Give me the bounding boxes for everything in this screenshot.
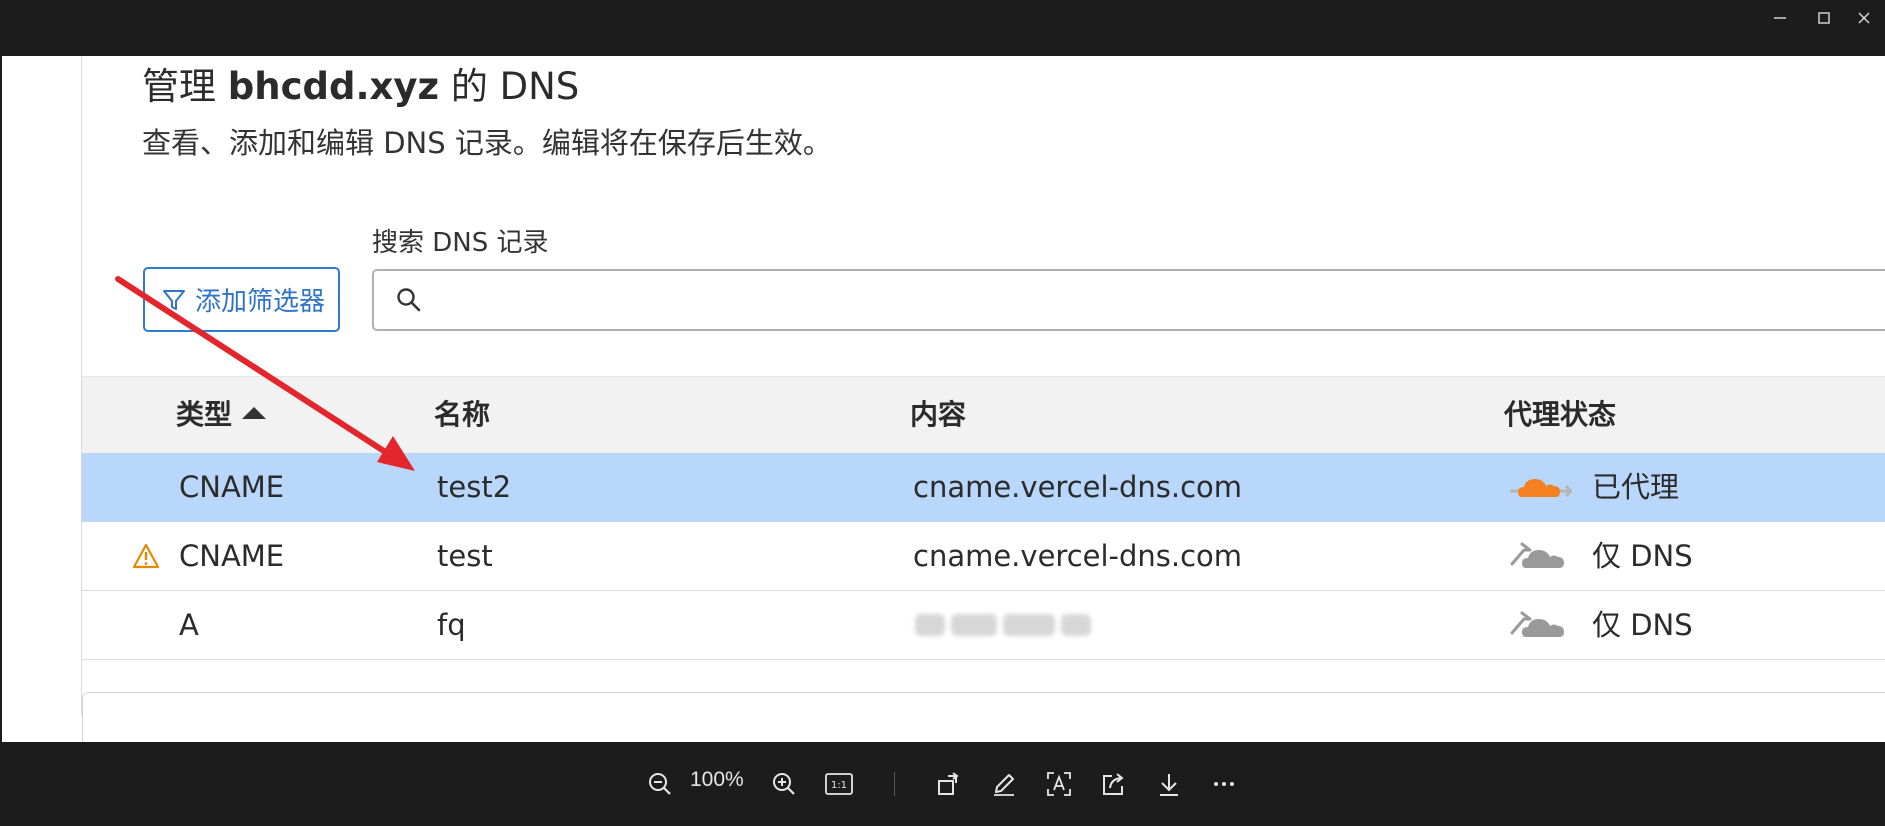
zoom-in-icon bbox=[773, 773, 795, 795]
column-header-name[interactable]: 名称 bbox=[434, 377, 490, 453]
column-header-proxy-status[interactable]: 代理状态 bbox=[1504, 377, 1616, 453]
minimize-button[interactable] bbox=[1758, 4, 1802, 32]
title-suffix: 的 DNS bbox=[439, 65, 580, 108]
table-row[interactable]: CNAME test cname.vercel-dns.com 仅 DNS bbox=[82, 522, 1885, 591]
proxy-status: 仅 DNS bbox=[1592, 608, 1693, 642]
proxied-cloud-icon bbox=[1510, 479, 1572, 498]
svg-text:1:1: 1:1 bbox=[831, 780, 847, 791]
record-content-redacted bbox=[915, 611, 1097, 639]
record-content: cname.vercel-dns.com bbox=[913, 470, 1243, 504]
column-header-type[interactable]: 类型 bbox=[176, 377, 267, 453]
close-icon bbox=[1858, 12, 1870, 24]
record-name: test2 bbox=[437, 470, 512, 504]
search-icon bbox=[394, 285, 424, 315]
column-header-content[interactable]: 内容 bbox=[910, 377, 966, 453]
proxy-status: 仅 DNS bbox=[1592, 539, 1693, 573]
actual-size-button[interactable]: 1:1 bbox=[819, 764, 859, 804]
record-type: CNAME bbox=[179, 539, 285, 573]
toolbar-divider bbox=[894, 772, 895, 796]
dns-records-table: 类型 名称 内容 代理状态 CNAME test2 cname.vercel-d… bbox=[82, 376, 1885, 660]
record-type: A bbox=[179, 608, 199, 642]
share-button[interactable] bbox=[1094, 764, 1134, 804]
text-select-icon bbox=[1047, 772, 1071, 796]
share-icon bbox=[1103, 773, 1124, 795]
window-titlebar bbox=[0, 0, 1885, 55]
table-header: 类型 名称 内容 代理状态 bbox=[82, 376, 1885, 453]
maximize-icon bbox=[1818, 12, 1830, 24]
table-row[interactable]: A fq 仅 DNS bbox=[82, 591, 1885, 660]
sort-ascending-icon bbox=[242, 407, 267, 419]
type-header-label: 类型 bbox=[176, 398, 233, 431]
add-filter-button[interactable]: 添加筛选器 bbox=[143, 267, 340, 332]
edit-button[interactable] bbox=[984, 764, 1024, 804]
more-button[interactable] bbox=[1204, 764, 1244, 804]
rotate-button[interactable] bbox=[929, 764, 969, 804]
text-select-button[interactable] bbox=[1039, 764, 1079, 804]
table-row[interactable]: CNAME test2 cname.vercel-dns.com 已代理 bbox=[82, 453, 1885, 522]
title-prefix: 管理 bbox=[142, 65, 228, 108]
rotate-icon bbox=[938, 772, 959, 795]
zoom-in-button[interactable] bbox=[764, 764, 804, 804]
add-filter-label: 添加筛选器 bbox=[195, 287, 326, 317]
record-content: cname.vercel-dns.com bbox=[913, 539, 1243, 573]
search-field[interactable] bbox=[372, 269, 1885, 331]
zoom-out-button[interactable] bbox=[640, 764, 680, 804]
page-description: 查看、添加和编辑 DNS 记录。编辑将在保存后生效。 bbox=[142, 126, 832, 160]
maximize-button[interactable] bbox=[1802, 4, 1846, 32]
edit-icon bbox=[994, 774, 1014, 796]
record-name: fq bbox=[437, 608, 466, 642]
more-icon bbox=[1214, 782, 1234, 786]
dns-only-cloud-icon bbox=[1510, 611, 1564, 637]
viewer-toolbar: 100% 1:1 bbox=[0, 742, 1885, 826]
download-icon bbox=[1160, 774, 1178, 796]
filter-icon bbox=[161, 287, 187, 313]
minimize-icon bbox=[1774, 17, 1786, 19]
page-title: 管理 bhcdd.xyz 的 DNS bbox=[142, 56, 579, 110]
actual-size-icon: 1:1 bbox=[825, 773, 853, 795]
proxy-status: 已代理 bbox=[1592, 470, 1680, 504]
record-type: CNAME bbox=[179, 470, 285, 504]
warning-icon[interactable] bbox=[132, 543, 160, 569]
image-canvas: 管理 bhcdd.xyz 的 DNS 查看、添加和编辑 DNS 记录。编辑将在保… bbox=[2, 56, 1885, 742]
title-domain: bhcdd.xyz bbox=[227, 65, 440, 108]
record-name: test bbox=[437, 539, 493, 573]
next-section-card bbox=[82, 692, 1885, 742]
zoom-level[interactable]: 100% bbox=[690, 768, 744, 792]
close-button[interactable] bbox=[1842, 4, 1885, 32]
search-label: 搜索 DNS 记录 bbox=[372, 228, 549, 258]
dns-only-cloud-icon bbox=[1510, 542, 1564, 568]
download-button[interactable] bbox=[1149, 764, 1189, 804]
zoom-out-icon bbox=[649, 773, 671, 795]
search-input[interactable] bbox=[434, 279, 1838, 321]
